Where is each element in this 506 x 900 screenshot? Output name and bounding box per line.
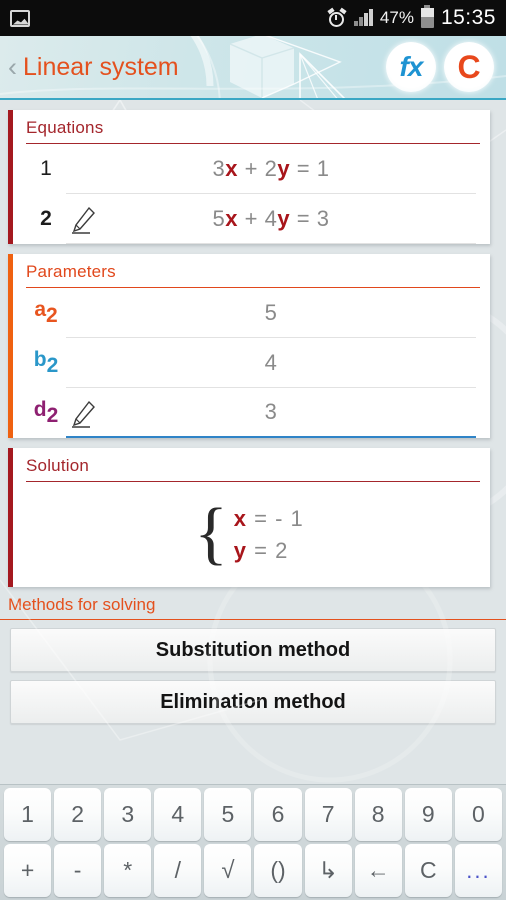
solution-line: y = 2 <box>233 537 289 563</box>
key-more[interactable]: ... <box>454 844 502 897</box>
key-backspace-arrow-icon[interactable]: ← <box>354 844 402 897</box>
clock-label: 15:35 <box>440 6 496 29</box>
key-multiply[interactable]: * <box>104 844 152 897</box>
parameter-subscript: 2 <box>46 303 58 327</box>
equation-index: 2 <box>40 207 52 230</box>
solution-system: { x = - 1 y = 2 <box>194 495 304 573</box>
key-8[interactable]: 8 <box>354 788 402 841</box>
app-header: ‹ Linear system fx C <box>0 36 506 100</box>
elimination-method-button[interactable]: Elimination method <box>10 680 496 724</box>
edit-pencil-icon[interactable] <box>70 399 98 429</box>
battery-percent-label: 47% <box>379 8 414 27</box>
battery-icon <box>420 5 434 28</box>
alarm-clock-icon <box>327 7 347 28</box>
parameter-name: d <box>33 398 47 422</box>
keyboard-row-numbers: 1 2 3 4 5 6 7 8 9 0 <box>2 788 504 841</box>
key-divide[interactable]: / <box>154 844 202 897</box>
parameter-row[interactable]: b2 4 <box>8 338 490 388</box>
parameters-title: Parameters <box>26 262 116 281</box>
status-bar: 47% 15:35 <box>0 0 506 36</box>
key-1[interactable]: 1 <box>4 788 52 841</box>
solution-brace: { <box>194 495 228 573</box>
equations-title: Equations <box>26 118 104 137</box>
back-chevron-icon[interactable]: ‹ <box>8 53 17 81</box>
equation-expression: 5x + 4y = 3 <box>212 205 330 231</box>
parameter-label-a2: a2 <box>26 298 66 328</box>
equation-row[interactable]: 1 3x + 2y = 1 <box>8 144 490 194</box>
signal-bars-icon <box>353 9 373 26</box>
equation-row[interactable]: 2 5x + 4y = 3 <box>8 194 490 244</box>
parameter-subscript: 2 <box>46 353 59 377</box>
parameter-value: 3 <box>264 399 278 424</box>
clear-button[interactable]: C <box>444 42 494 92</box>
methods-title: Methods for solving <box>8 595 156 614</box>
parameter-name: b <box>33 348 47 372</box>
solution-title: Solution <box>26 456 90 475</box>
parameter-row[interactable]: d2 3 <box>8 388 490 438</box>
parameter-field-a2[interactable]: 5 <box>66 288 476 338</box>
key-6[interactable]: 6 <box>254 788 302 841</box>
solution-line: x = - 1 <box>233 505 304 531</box>
parameter-subscript: 2 <box>46 403 59 427</box>
solution-lines: x = - 1 y = 2 <box>234 506 304 564</box>
equation-expression: 3x + 2y = 1 <box>212 155 330 181</box>
key-2[interactable]: 2 <box>54 788 102 841</box>
key-parentheses[interactable]: () <box>254 844 302 897</box>
header-buttons: fx C <box>386 42 506 92</box>
status-bar-right: 47% 15:35 <box>327 5 496 30</box>
image-icon <box>10 9 30 27</box>
parameter-row[interactable]: a2 5 <box>8 288 490 338</box>
parameter-label-b2: b2 <box>26 348 66 378</box>
key-3[interactable]: 3 <box>104 788 152 841</box>
equations-card: Equations 1 3x + 2y = 1 2 5x + 4y = 3 <box>8 110 490 244</box>
substitution-method-button[interactable]: Substitution method <box>10 628 496 672</box>
key-clear[interactable]: C <box>404 844 452 897</box>
key-9[interactable]: 9 <box>404 788 452 841</box>
key-sqrt[interactable]: √ <box>204 844 252 897</box>
key-0[interactable]: 0 <box>454 788 502 841</box>
clear-label: C <box>457 48 481 85</box>
parameter-value: 4 <box>264 349 278 375</box>
app-root: 47% 15:35 ‹ Linear system fx C Equations… <box>0 0 506 900</box>
key-4[interactable]: 4 <box>154 788 202 841</box>
equation-field[interactable]: 3x + 2y = 1 <box>66 144 476 194</box>
on-screen-keyboard: 1 2 3 4 5 6 7 8 9 0 + - * / √ () ↳ ← C .… <box>0 784 506 900</box>
page-title: Linear system <box>23 52 179 81</box>
content-area: Equations 1 3x + 2y = 1 2 5x + 4y = 3 Pa… <box>0 100 506 784</box>
parameter-field-d2[interactable]: 3 <box>66 388 476 438</box>
key-5[interactable]: 5 <box>204 788 252 841</box>
keyboard-row-operators: + - * / √ () ↳ ← C ... <box>2 844 504 897</box>
fx-button[interactable]: fx <box>386 42 436 92</box>
equation-index: 1 <box>40 157 52 180</box>
equation-field[interactable]: 5x + 4y = 3 <box>66 194 476 244</box>
solution-card: Solution { x = - 1 y = 2 <box>8 448 490 587</box>
parameter-field-b2[interactable]: 4 <box>66 338 476 388</box>
parameter-label-d2: d2 <box>26 398 66 428</box>
parameter-value: 5 <box>264 299 278 325</box>
methods-rule <box>0 619 506 620</box>
parameter-name: a <box>34 298 46 322</box>
key-minus[interactable]: - <box>54 844 102 897</box>
methods-section: Methods for solving Substitution method … <box>0 587 506 724</box>
key-7[interactable]: 7 <box>304 788 352 841</box>
solution-card-edge <box>8 448 13 587</box>
key-plus[interactable]: + <box>4 844 52 897</box>
fx-label: fx <box>399 51 424 82</box>
status-bar-left <box>10 9 30 27</box>
solution-body: { x = - 1 y = 2 <box>8 482 490 587</box>
key-enter[interactable]: ↳ <box>304 844 352 897</box>
edit-pencil-icon[interactable] <box>70 205 98 235</box>
parameters-card: Parameters a2 5 b2 4 d2 3 <box>8 254 490 438</box>
